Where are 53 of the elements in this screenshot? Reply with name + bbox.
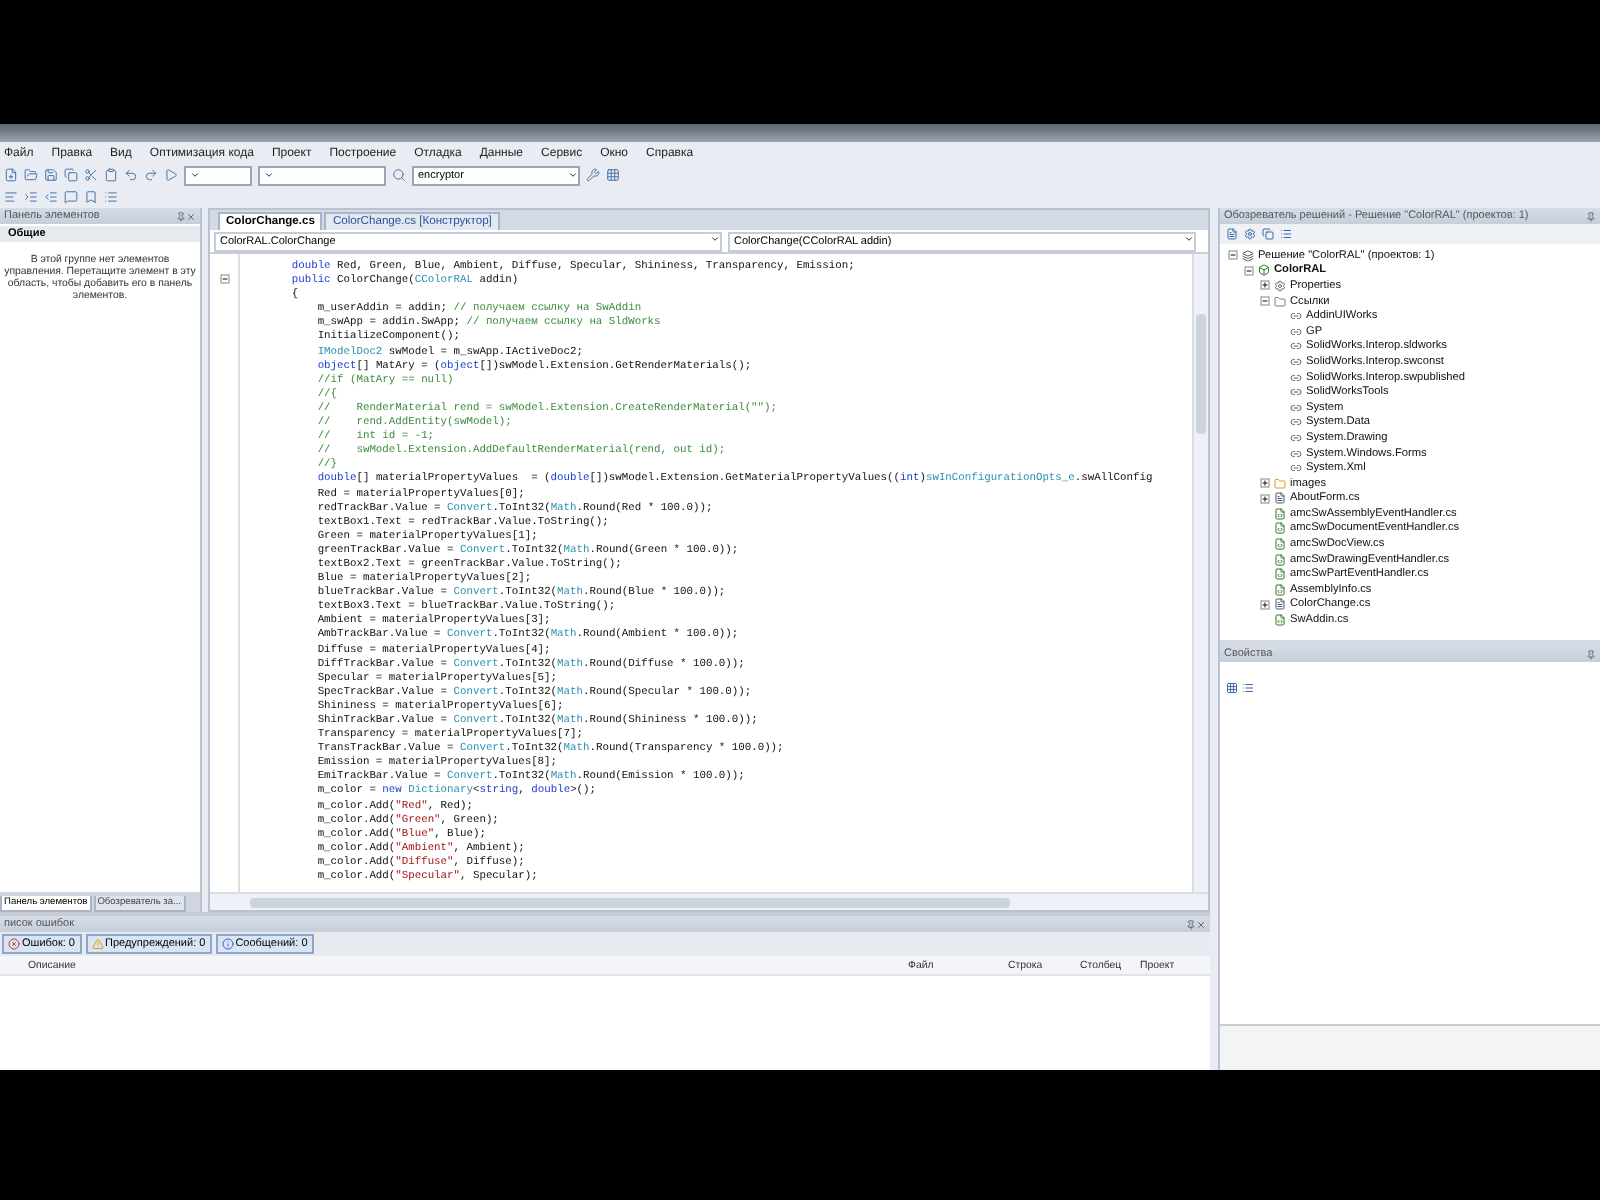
list-icon[interactable] [1242,682,1254,694]
clipboard-icon[interactable] [104,168,118,182]
info-icon [221,938,234,950]
new-file-icon[interactable] [4,168,18,182]
play-icon[interactable] [164,168,178,182]
form-file-icon [1274,598,1286,611]
redo-icon[interactable] [144,168,158,182]
scrollbar[interactable] [1192,254,1208,892]
grid-icon[interactable] [606,168,620,182]
pin-icon[interactable] [1186,919,1196,929]
dropdown[interactable] [258,165,386,185]
folder-icon [1274,477,1286,490]
search-icon[interactable] [392,168,406,182]
indent-icon[interactable] [24,190,38,204]
caret-icon [264,170,274,180]
caret-icon [710,233,720,243]
list-icon[interactable] [1280,228,1292,240]
grid-icon[interactable] [1226,682,1238,694]
error-icon [8,938,20,950]
expand-icon[interactable] [1259,478,1269,489]
expand-icon[interactable] [1259,599,1269,610]
outdent-icon[interactable] [44,190,58,204]
comment-icon[interactable] [64,190,78,204]
pin-icon[interactable] [176,211,186,221]
pin-icon[interactable] [1586,649,1596,659]
code-file-icon [1274,614,1286,627]
open-folder-icon[interactable] [24,168,38,182]
settings-icon[interactable] [1244,228,1256,240]
copy-icon[interactable] [64,168,78,182]
form-file-icon [1274,492,1286,505]
expand-icon[interactable] [1259,493,1269,504]
scissors-icon[interactable] [84,168,98,182]
gear-icon [1274,279,1286,292]
save-icon[interactable] [44,168,58,182]
collapse-icon[interactable] [220,274,230,284]
file-icon[interactable] [1226,228,1238,240]
pin-icon[interactable] [1586,211,1596,221]
bookmark-icon[interactable] [84,190,98,204]
caret-icon [568,170,578,180]
scrollbar[interactable] [210,892,1208,910]
undo-icon[interactable] [124,168,138,182]
collapse-icon[interactable] [1227,250,1237,261]
caret-icon [190,170,200,180]
expand-icon[interactable] [1259,280,1269,291]
collapse-icon[interactable] [1259,296,1269,307]
wrench-icon[interactable] [586,168,600,182]
folder-icon [1274,295,1286,308]
warning-icon [91,938,103,950]
align-icon[interactable] [4,190,18,204]
collapse-icon[interactable] [1243,265,1253,276]
caret-icon [1184,233,1194,243]
dropdown[interactable] [184,165,252,185]
copy-icon[interactable] [1262,228,1274,240]
